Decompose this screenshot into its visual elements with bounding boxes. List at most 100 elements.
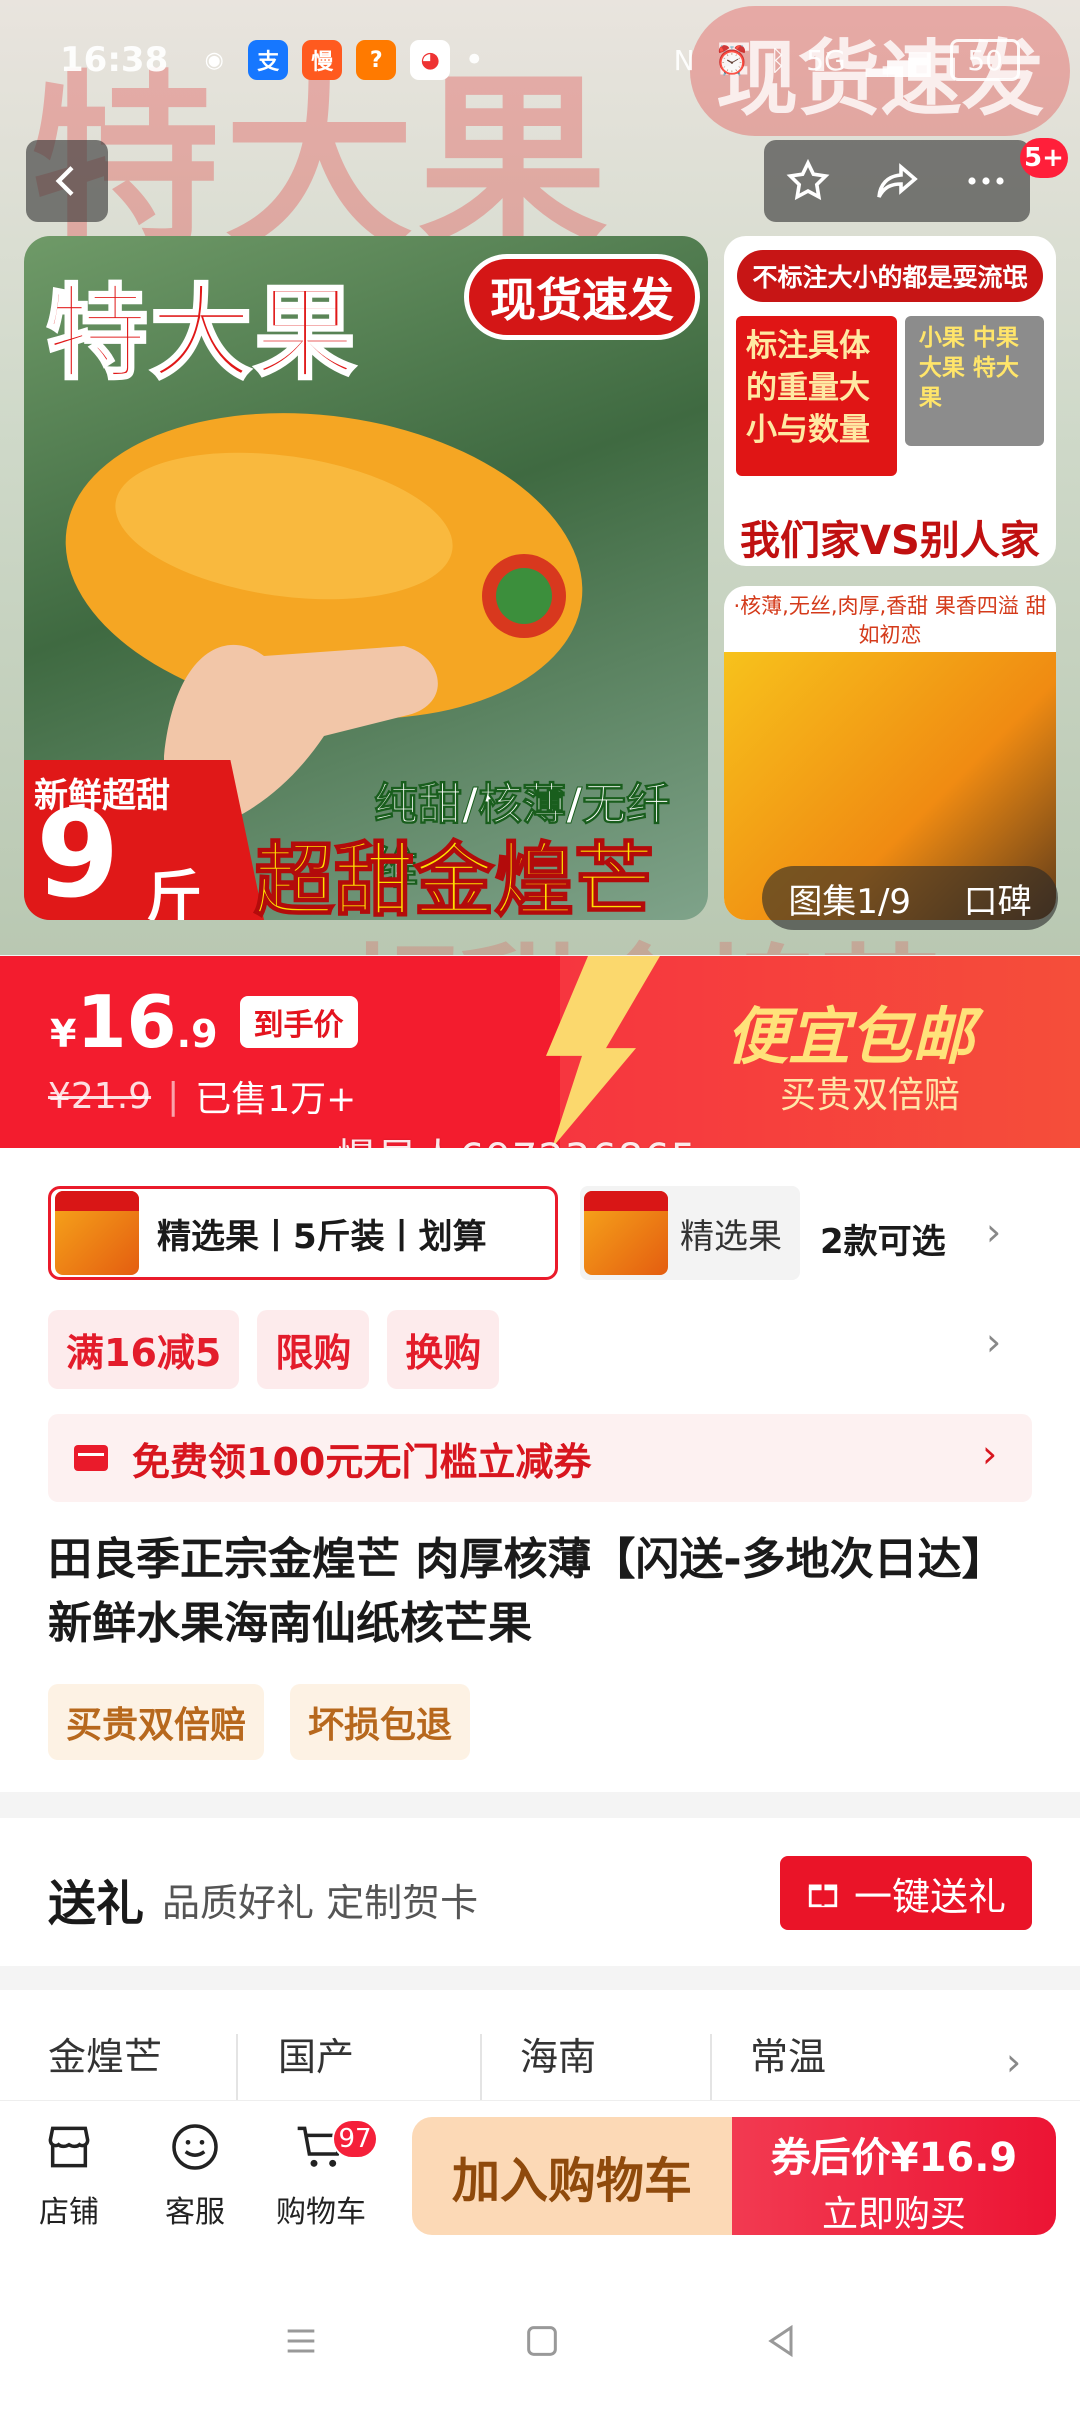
status-bar: 16:38 ◉ 支 慢 ? ◕ • N ⏰ ᛒ 5G ▂▄▆ 50 — [0, 0, 1080, 120]
coupon-icon — [74, 1445, 108, 1471]
favorite-star-icon[interactable] — [784, 157, 832, 205]
comparison-box-ours: 标注具体的重量大小与数量 — [736, 316, 897, 476]
signal-label: 5G — [806, 43, 846, 77]
product-info-card: 精选果丨5斤装丨划算 精选果 2款可选 › 满16减5 限购 换购 › 免费领1… — [0, 1148, 1080, 1792]
store-button[interactable]: 店铺 — [14, 2117, 124, 2231]
gallery-index: 图集1/9 — [788, 881, 912, 922]
price-integer: 16 — [76, 980, 177, 1064]
send-gift-label: 一键送礼 — [853, 1874, 1006, 1919]
alipay-icon: 支 — [248, 40, 289, 80]
promo-title: 便宜包邮 — [726, 1000, 975, 1073]
divider — [710, 2034, 712, 2104]
attribute-origin: 海南 原产地 — [520, 2026, 622, 2110]
guarantee-tag-price[interactable]: 买贵双倍赔 — [48, 1684, 265, 1760]
promo-chip-exchange[interactable]: 换购 — [387, 1310, 500, 1389]
product-image-carousel[interactable]: 特大果 现货速发 超甜金煌芒 16:38 ◉ 支 慢 ? ◕ • N ⏰ ᛒ 5… — [0, 0, 1080, 955]
chat-face-icon — [163, 2117, 227, 2177]
main-image-caption: 超甜金煌芒 — [253, 833, 655, 920]
back-triangle-icon[interactable] — [761, 2321, 801, 2361]
attribute-variety: 金煌芒 品种 — [48, 2026, 162, 2110]
buy-now-button[interactable]: 券后价¥16.9 立即购买 — [732, 2117, 1056, 2235]
chevron-right-icon[interactable]: › — [986, 1320, 1001, 1364]
guarantee-tag-damage[interactable]: 坏损包退 — [290, 1684, 471, 1760]
nfc-icon: N — [673, 43, 695, 77]
customer-service-button[interactable]: 客服 — [140, 2117, 250, 2231]
chevron-right-icon[interactable]: › — [1006, 2040, 1021, 2084]
coupon-banner[interactable]: 免费领100元无门槛立减券 › — [48, 1414, 1032, 1502]
cart-count-badge: 97 — [332, 2119, 378, 2159]
detail-image-text: ·核薄,无丝,肉厚,香甜 果香四溢 甜如初恋 — [733, 594, 1047, 648]
variant-option[interactable]: 精选果 — [580, 1186, 800, 1280]
gift-subtitle: 品质好礼 定制贺卡 — [162, 1881, 479, 1925]
variant-option-selected[interactable]: 精选果丨5斤装丨划算 — [48, 1186, 558, 1280]
promotion-chips[interactable]: 满16减5 限购 换购 — [48, 1310, 500, 1389]
attribute-storage: 常温 储存条件 — [750, 2026, 886, 2110]
buy-now-label: 立即购买 — [821, 2194, 966, 2235]
cart-label: 购物车 — [276, 2195, 366, 2230]
bottom-action-bar: 店铺 客服 购物车 97 加入购物车 券后价¥16.9 立即购买 — [0, 2100, 1080, 2270]
send-gift-button[interactable]: 一键送礼 — [780, 1856, 1032, 1930]
app-notification-icon-3: ◕ — [410, 40, 451, 80]
comparison-box-others: 小果 中果 大果 特大果 — [904, 316, 1044, 446]
top-actions — [764, 140, 1030, 222]
variant-label: 精选果 — [680, 1216, 782, 1257]
product-attributes[interactable]: 金煌芒 品种 国产 国产/进口 海南 原产地 常温 储存条件 › — [0, 1990, 1080, 2110]
main-image-badge: 现货速发 — [464, 254, 700, 340]
variant-label: 精选果丨5斤装丨划算 — [157, 1216, 487, 1257]
store-icon — [37, 2117, 101, 2177]
price-banner: ¥ 16 .9 到手价 ¥21.9 | 已售1万+ 便宜包邮 买贵双倍赔 — [0, 956, 1080, 1148]
price-decimal: .9 — [176, 1012, 218, 1056]
battery-level: 50 — [967, 43, 1003, 77]
final-price: ¥ 16 .9 到手价 — [50, 980, 358, 1064]
attribute-origin-type: 国产 国产/进口 — [278, 2026, 425, 2110]
reviews-tab[interactable]: 口碑 — [964, 874, 1032, 923]
variant-thumbnail — [55, 1191, 139, 1275]
share-icon[interactable] — [873, 157, 921, 205]
side-image-comparison[interactable]: 不标注大小的都是耍流氓 标注具体的重量大小与数量 小果 中果 大果 特大果 我们… — [724, 236, 1056, 566]
gallery-counter[interactable]: 图集1/9 口碑 — [762, 866, 1058, 930]
chevron-right-icon[interactable]: › — [986, 1210, 1001, 1254]
wechat-icon: ◉ — [204, 47, 224, 73]
store-label: 店铺 — [39, 2195, 99, 2230]
buy-price-label: 券后价¥16.9 — [770, 2135, 1018, 2181]
original-price: ¥21.9 — [48, 1075, 152, 1117]
promo-chip-limit[interactable]: 限购 — [257, 1310, 370, 1389]
gift-title: 送礼 — [48, 1876, 145, 1932]
sold-count: 已售1万+ — [195, 1079, 357, 1120]
promo-chip-discount[interactable]: 满16减5 — [48, 1310, 240, 1389]
add-to-cart-button[interactable]: 加入购物车 — [412, 2117, 732, 2235]
price-divider: | — [167, 1075, 180, 1117]
attribute-value: 常温 — [750, 2035, 827, 2079]
product-title: 田良季正宗金煌芒 肉厚核薄【闪送-多地次日达】新鲜水果海南仙纸核芒果 — [48, 1534, 1006, 1649]
gift-icon — [808, 1884, 838, 1908]
attribute-value: 金煌芒 — [48, 2035, 163, 2079]
weight-tag-number: 9 — [36, 786, 120, 920]
weight-tag: 新鲜超甜 9 斤 — [24, 760, 264, 920]
comparison-vs-label: 我们家VS别人家 — [740, 518, 1040, 564]
more-icon[interactable] — [962, 157, 1010, 205]
attribute-value: 国产 — [278, 2035, 355, 2079]
price-currency: ¥ — [50, 1012, 77, 1056]
guarantee-tags: 买贵双倍赔 坏损包退 — [48, 1684, 471, 1760]
comparison-pill: 不标注大小的都是耍流氓 — [737, 250, 1043, 302]
price-secondary: ¥21.9 | 已售1万+ — [48, 1070, 356, 1122]
more-notifications-icon: • — [464, 40, 485, 80]
app-notification-icon: 慢 — [302, 40, 343, 80]
menu-icon[interactable] — [279, 2321, 323, 2361]
price-tag: 到手价 — [239, 996, 358, 1048]
weight-tag-unit: 斤 — [146, 865, 202, 920]
attribute-value: 海南 — [520, 2035, 597, 2079]
bluetooth-icon: ᛒ — [769, 43, 787, 77]
main-image-title: 特大果 — [45, 274, 358, 396]
status-time: 16:38 — [60, 40, 169, 80]
variant-count[interactable]: 2款可选 — [820, 1214, 946, 1263]
promo-subtitle: 买贵双倍赔 — [780, 1075, 961, 1116]
home-square-icon[interactable] — [522, 2321, 562, 2361]
battery-icon: 50 — [950, 39, 1020, 81]
back-button[interactable] — [26, 140, 108, 222]
more-badge: 5+ — [1020, 138, 1068, 178]
main-product-image[interactable]: 特大果 现货速发 纯甜/核薄/无纤维 新鲜超甜 9 斤 超甜金煌芒 — [24, 236, 708, 920]
alarm-icon: ⏰ — [714, 43, 750, 77]
gift-section: 送礼 品质好礼 定制贺卡 一键送礼 — [0, 1818, 1080, 1966]
signal-icon: ▂▄▆ — [865, 43, 931, 77]
